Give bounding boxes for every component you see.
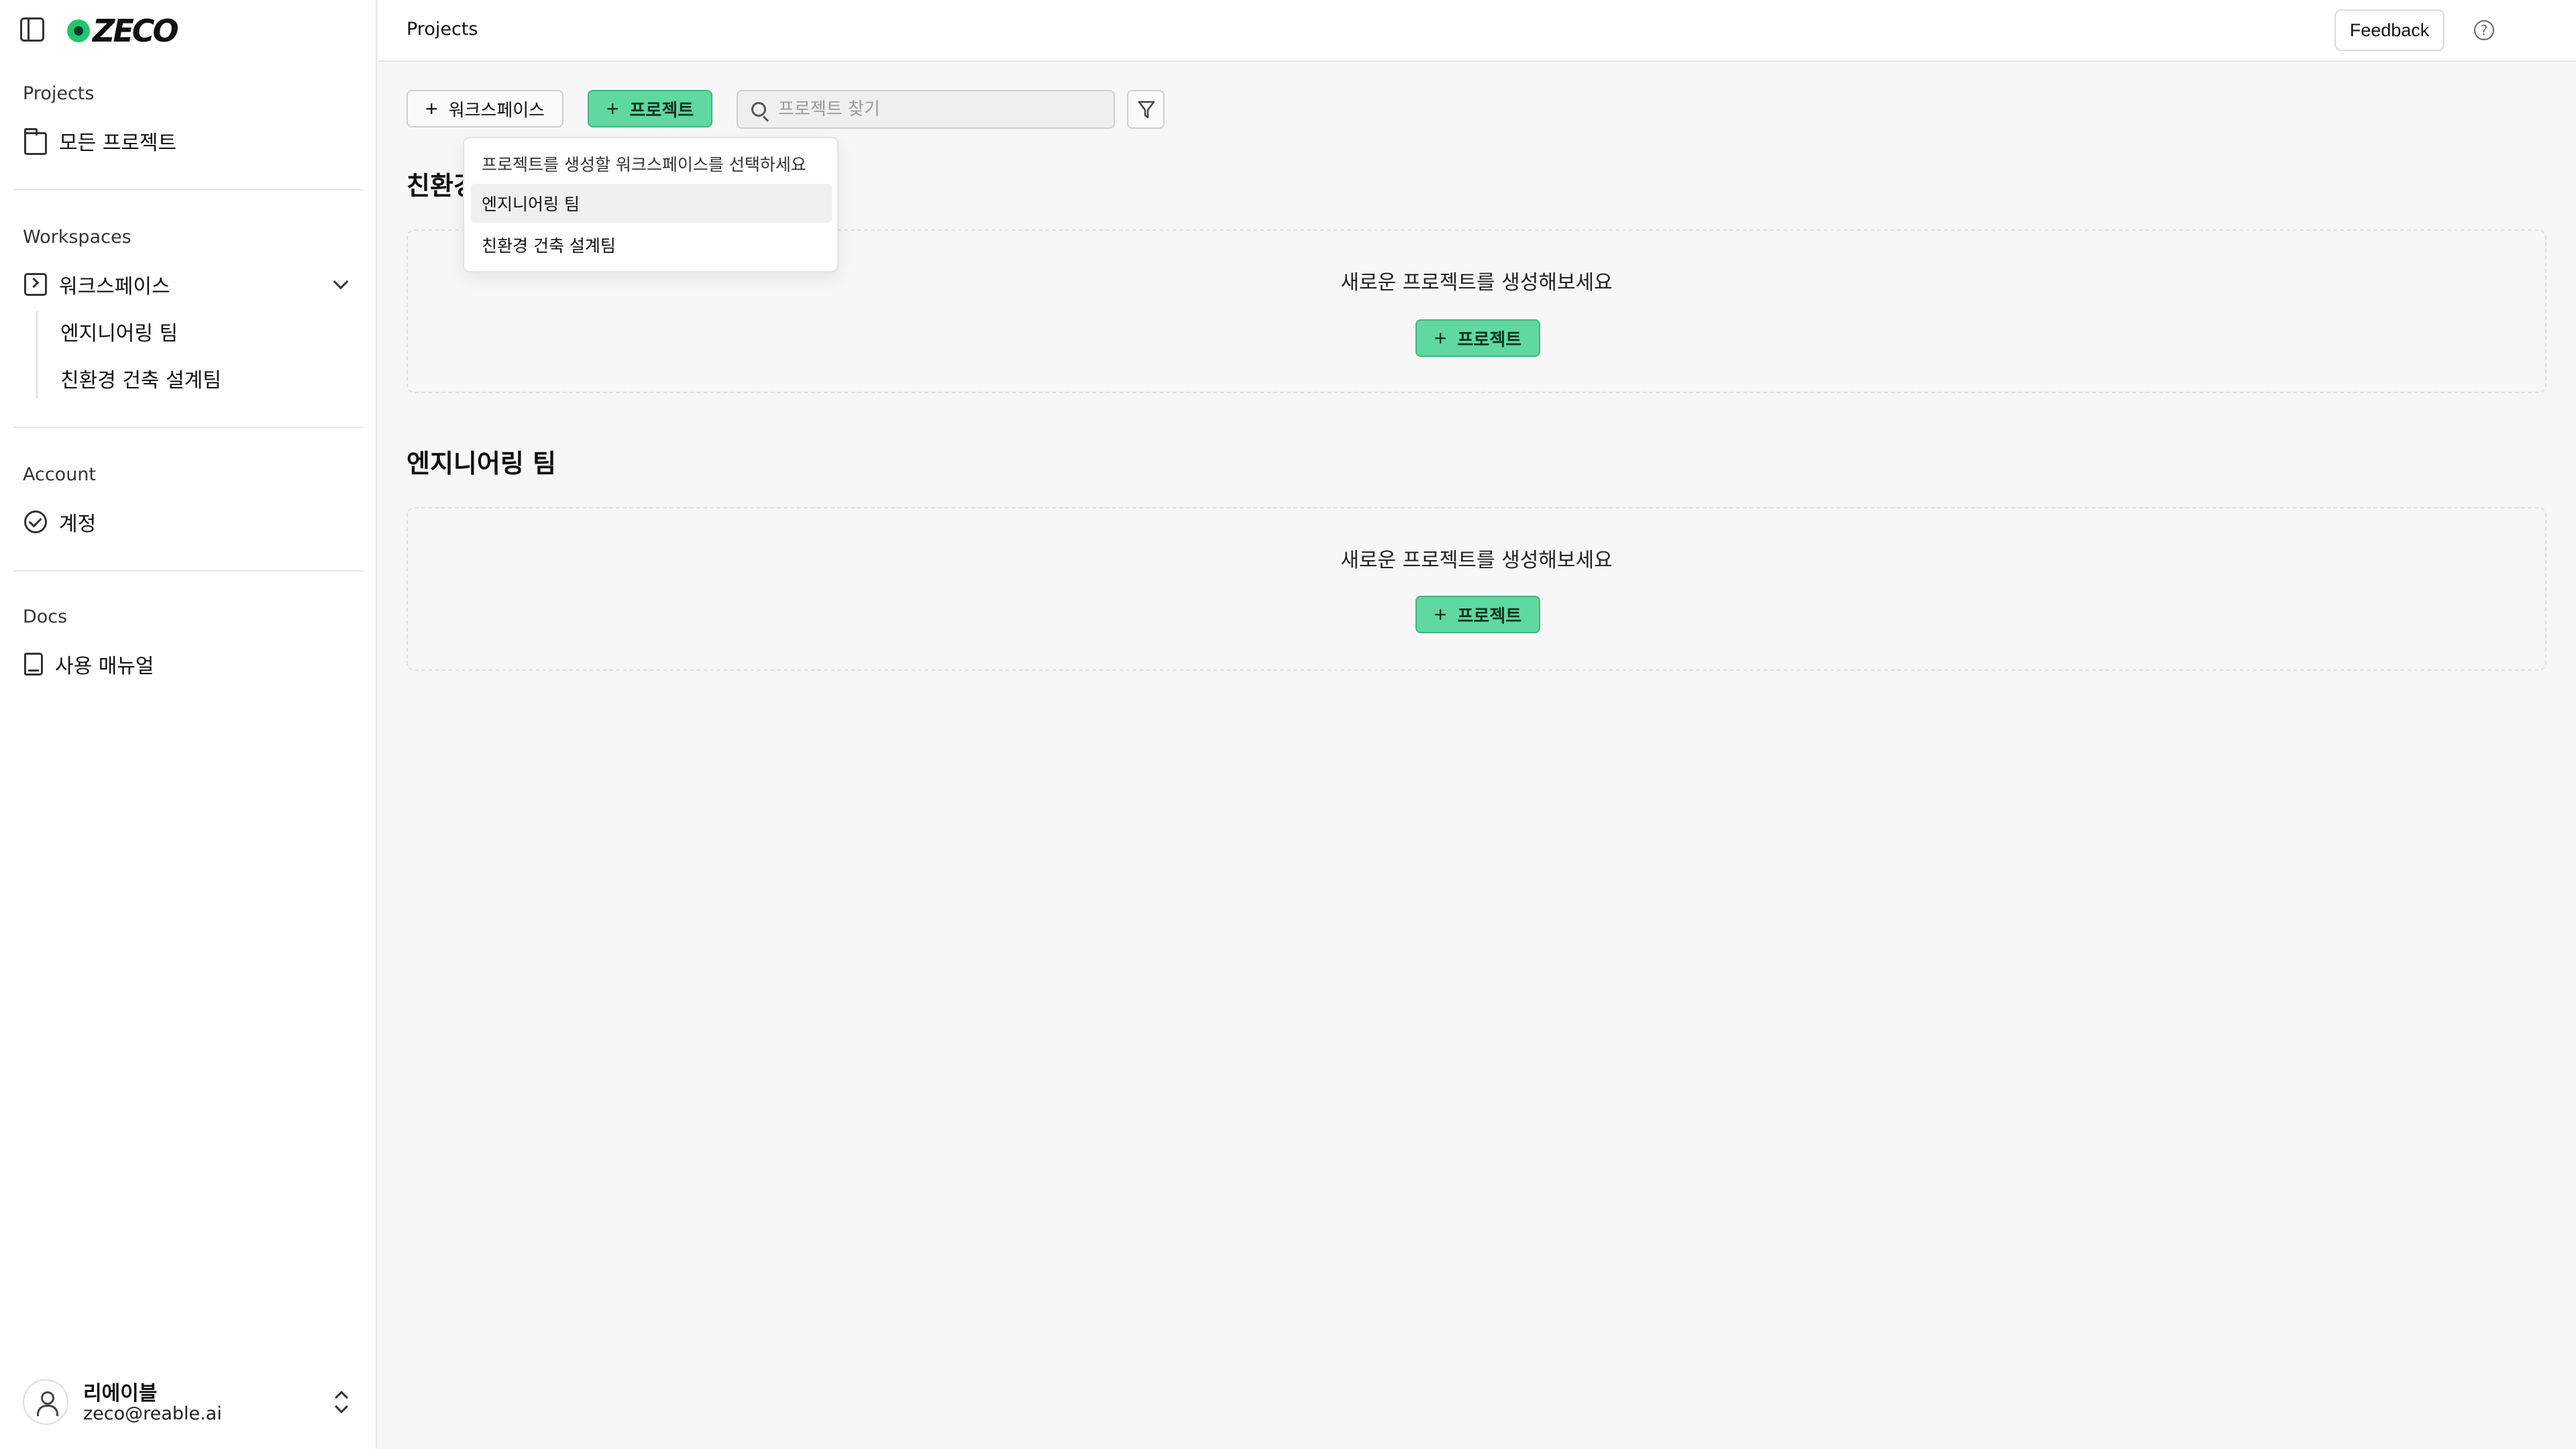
sidebar-header: ZECO	[0, 0, 377, 62]
section-title-engineering: 엔지니어링 팀	[407, 449, 556, 478]
create-project-label: 프로젝트	[1457, 605, 1522, 626]
sidebar-item-label: 사용 매뉴얼	[55, 655, 154, 678]
feedback-button[interactable]: Feedback	[2334, 9, 2445, 51]
sidebar-item-eco-architecture-team[interactable]: 친환경 건축 설계팀	[47, 358, 362, 398]
chevron-down-icon[interactable]	[333, 274, 349, 290]
dropdown-item-engineering-team[interactable]: 엔지니어링 팀	[471, 184, 832, 223]
user-menu[interactable]: 리에이블 zeco@reable.ai	[23, 1375, 358, 1429]
sidebar-divider	[13, 427, 364, 428]
dropdown-item-eco-architecture-team[interactable]: 친환경 건축 설계팀	[471, 225, 832, 264]
create-project-button[interactable]: + 프로젝트	[1415, 596, 1540, 633]
tree-line	[36, 311, 38, 398]
logo-text: ZECO	[93, 13, 179, 49]
section-label-account: Account	[23, 464, 97, 485]
search-icon	[751, 102, 766, 117]
workspace-select-dropdown: 프로젝트를 생성할 워크스페이스를 선택하세요 엔지니어링 팀 친환경 건축 설…	[463, 137, 839, 272]
logo[interactable]: ZECO	[67, 13, 179, 49]
sidebar-item-manual[interactable]: 사용 매뉴얼	[13, 644, 364, 684]
sidebar-item-account[interactable]: 계정	[13, 502, 364, 542]
search-box	[737, 90, 1115, 129]
filter-button[interactable]	[1127, 90, 1165, 129]
create-project-label: 프로젝트	[1457, 329, 1522, 350]
sidebar-item-label: 계정	[59, 513, 97, 536]
section-label-workspaces: Workspaces	[23, 227, 131, 248]
book-icon	[24, 653, 43, 676]
sidebar-item-label: 모든 프로젝트	[59, 131, 177, 155]
page-title: Projects	[407, 19, 478, 40]
sidebar-divider	[13, 570, 364, 572]
section-label-projects: Projects	[23, 83, 95, 104]
dropdown-label: 프로젝트를 생성할 워크스페이스를 선택하세요	[482, 155, 806, 174]
sidebar-item-all-projects[interactable]: 모든 프로젝트	[13, 121, 364, 161]
plus-icon: +	[1434, 602, 1447, 627]
add-workspace-label: 워크스페이스	[448, 99, 545, 120]
empty-state-text: 새로운 프로젝트를 생성해보세요	[1340, 549, 1613, 572]
folder-icon	[24, 128, 47, 155]
check-circle-icon	[24, 511, 47, 533]
add-project-button[interactable]: + 프로젝트	[588, 90, 712, 127]
plus-icon: +	[606, 97, 619, 121]
section-label-docs: Docs	[23, 606, 68, 627]
add-project-label: 프로젝트	[629, 99, 694, 120]
workspace-icon	[24, 273, 47, 296]
user-email: zeco@reable.ai	[83, 1403, 222, 1424]
sidebar-item-engineering-team[interactable]: 엔지니어링 팀	[47, 311, 362, 352]
sidebar: ZECO Projects 모든 프로젝트 Workspaces 워크스페이스 …	[0, 0, 377, 1449]
sidebar-item-label: 워크스페이스	[59, 275, 170, 299]
logo-mark-icon	[67, 19, 90, 42]
plus-icon: +	[425, 97, 438, 121]
sidebar-toggle-icon[interactable]	[20, 17, 44, 42]
create-project-button[interactable]: + 프로젝트	[1415, 319, 1540, 357]
sidebar-item-workspace[interactable]: 워크스페이스	[13, 264, 364, 305]
sidebar-divider	[13, 189, 364, 191]
search-input[interactable]	[778, 97, 1100, 122]
empty-state-engineering: 새로운 프로젝트를 생성해보세요 + 프로젝트	[407, 507, 2546, 671]
user-icon	[23, 1379, 68, 1425]
top-header: Projects Feedback ?	[378, 0, 2576, 62]
help-icon[interactable]: ?	[2474, 20, 2494, 40]
filter-icon	[1138, 101, 1155, 119]
user-name: 리에이블	[83, 1382, 158, 1405]
plus-icon: +	[1434, 326, 1447, 350]
chevron-updown-icon	[334, 1390, 347, 1414]
add-workspace-button[interactable]: + 워크스페이스	[407, 90, 564, 127]
